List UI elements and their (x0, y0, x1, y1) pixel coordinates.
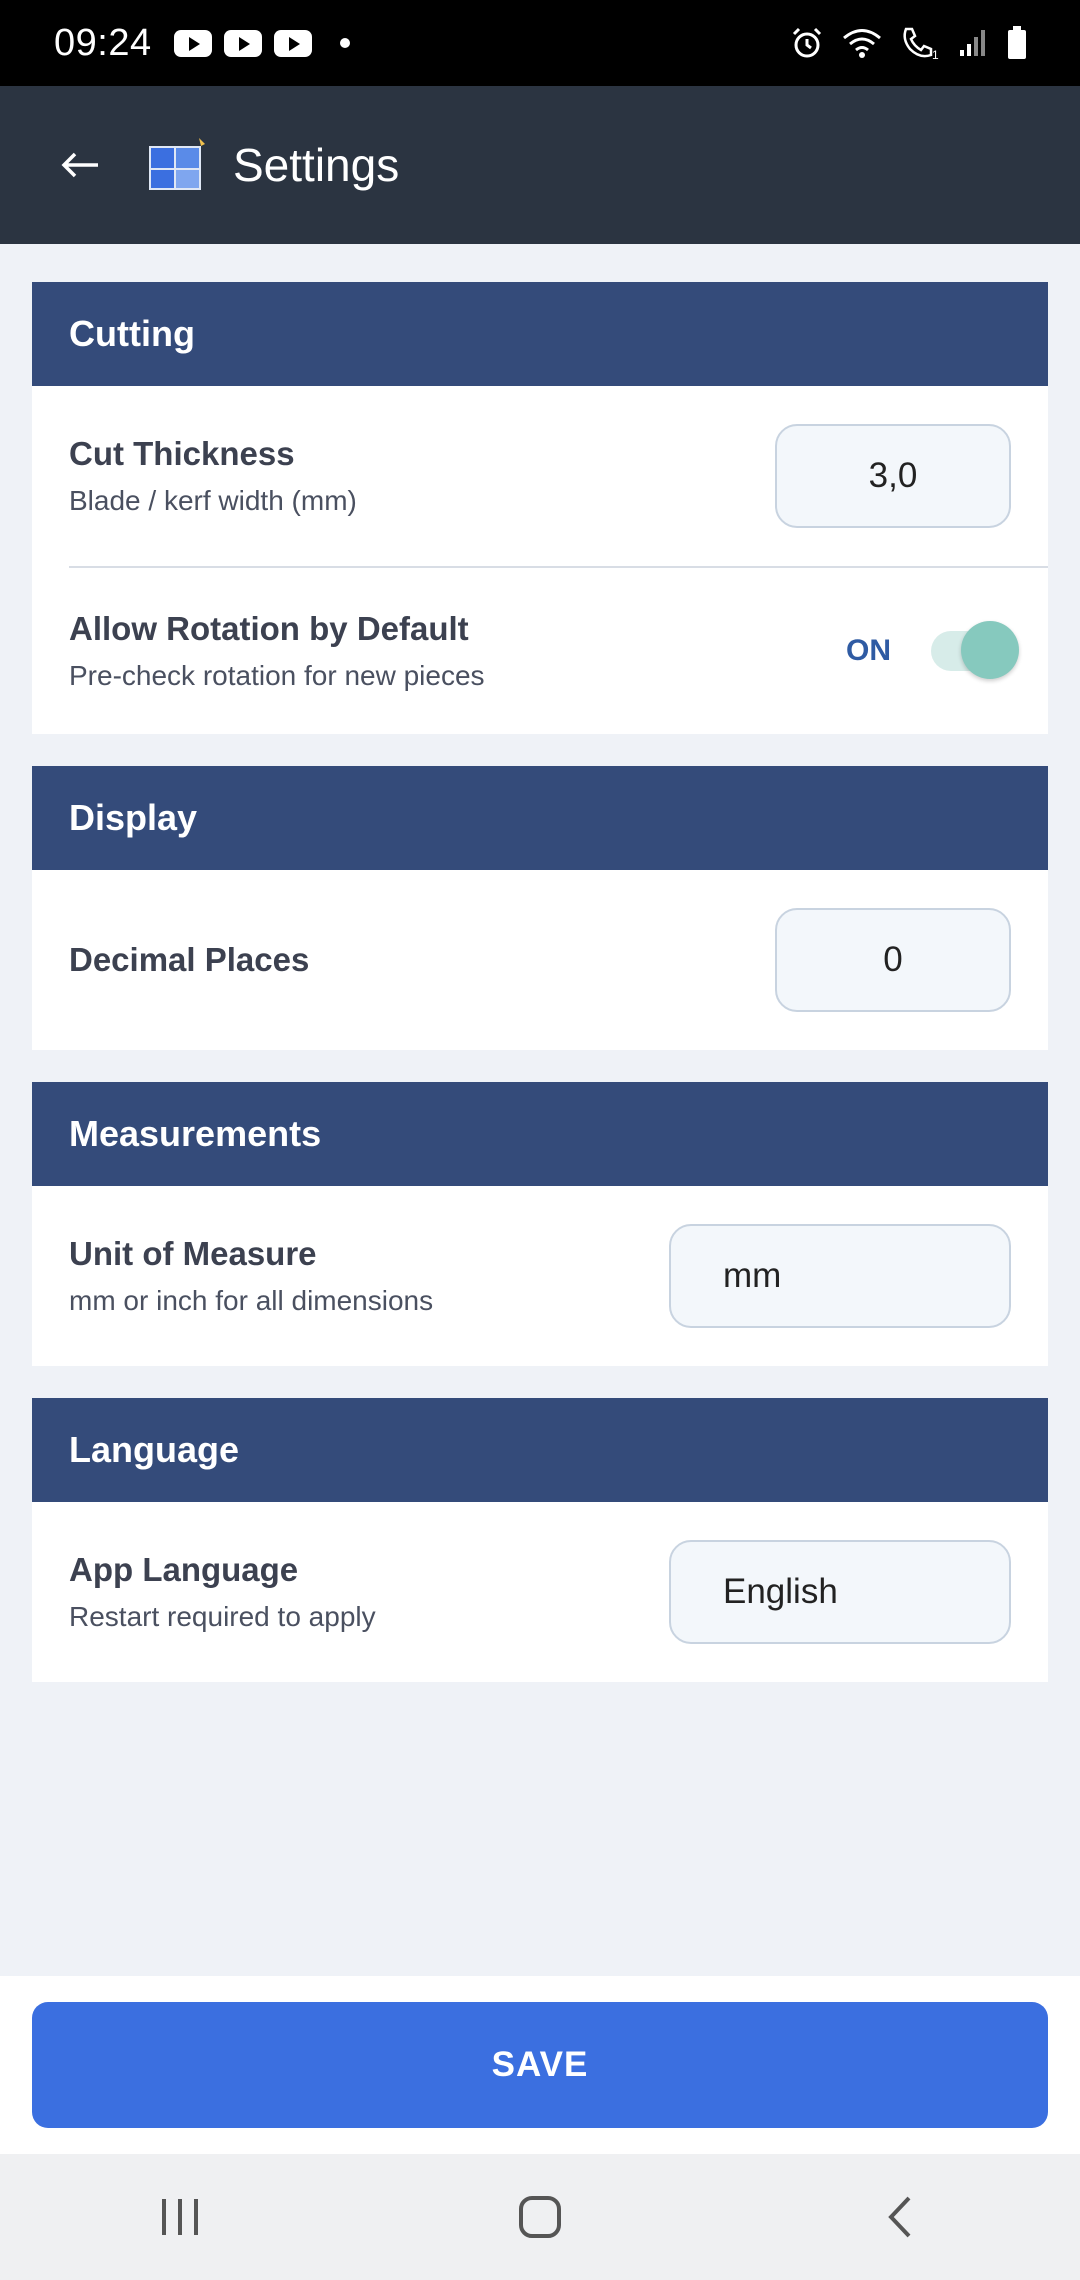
youtube-icon (173, 29, 212, 57)
status-right: 1 (790, 25, 1028, 61)
setting-text: Decimal Places (69, 941, 309, 979)
save-button[interactable]: SAVE (32, 2002, 1048, 2128)
section-header-measurements: Measurements (32, 1082, 1048, 1186)
chevron-left-icon (888, 2196, 911, 2238)
back-nav-button[interactable] (840, 2172, 960, 2262)
status-left: 09:24 (54, 22, 350, 65)
recent-apps-button[interactable] (120, 2172, 240, 2262)
toggle-knob (961, 621, 1019, 679)
app-logo-icon (147, 138, 207, 192)
section-body-cutting: Cut Thickness Blade / kerf width (mm) 3,… (32, 386, 1048, 734)
section-cutting: Cutting Cut Thickness Blade / kerf width… (32, 282, 1048, 734)
setting-row-cut-thickness: Cut Thickness Blade / kerf width (mm) 3,… (32, 386, 1048, 566)
setting-subtitle: Blade / kerf width (mm) (69, 485, 357, 516)
section-header-language: Language (32, 1398, 1048, 1502)
back-button[interactable] (35, 120, 125, 210)
setting-subtitle: mm or inch for all dimensions (69, 1285, 434, 1316)
section-language: Language App Language Restart required t… (32, 1398, 1048, 1682)
setting-title: App Language (69, 1551, 299, 1588)
system-nav-bar (0, 2154, 1080, 2280)
setting-row-decimal-places: Decimal Places 0 (32, 870, 1048, 1050)
alarm-icon (792, 27, 822, 58)
section-body-measurements: Unit of Measure mm or inch for all dimen… (32, 1186, 1048, 1366)
section-measurements: Measurements Unit of Measure mm or inch … (32, 1082, 1048, 1366)
settings-content: Cutting Cut Thickness Blade / kerf width… (32, 282, 1048, 1714)
language-select[interactable]: English (669, 1540, 1011, 1644)
setting-title: Decimal Places (69, 941, 310, 978)
home-icon (519, 2196, 561, 2238)
setting-row-app-language: App Language Restart required to apply E… (32, 1502, 1048, 1682)
svg-text:1: 1 (932, 48, 939, 61)
rotation-toggle-group: ON (846, 621, 1019, 679)
wifi-icon (843, 29, 881, 58)
setting-text: Allow Rotation by Default Pre-check rota… (69, 610, 485, 692)
section-display: Display Decimal Places 0 (32, 766, 1048, 1050)
arrow-left-icon (61, 152, 98, 178)
section-header-display: Display (32, 766, 1048, 870)
status-time: 09:24 (54, 21, 152, 64)
youtube-icon (223, 29, 262, 57)
status-bar: 09:24 1 (0, 0, 1080, 86)
app-bar: Settings (0, 86, 1080, 244)
page-title: Settings (233, 139, 400, 191)
toggle-state-label: ON (846, 634, 891, 667)
setting-text: App Language Restart required to apply (69, 1551, 376, 1633)
setting-title: Unit of Measure (69, 1235, 317, 1272)
section-body-language: App Language Restart required to apply E… (32, 1502, 1048, 1682)
decimal-places-input[interactable]: 0 (775, 908, 1011, 1012)
setting-subtitle: Pre-check rotation for new pieces (69, 660, 485, 691)
recent-apps-icon (162, 2199, 198, 2235)
setting-text: Cut Thickness Blade / kerf width (mm) (69, 435, 357, 517)
section-body-display: Decimal Places 0 (32, 870, 1048, 1050)
youtube-icon (273, 29, 312, 57)
setting-row-unit: Unit of Measure mm or inch for all dimen… (32, 1186, 1048, 1366)
setting-title: Allow Rotation by Default (69, 610, 469, 647)
section-header-cutting: Cutting (32, 282, 1048, 386)
setting-title: Cut Thickness (69, 435, 295, 472)
setting-text: Unit of Measure mm or inch for all dimen… (69, 1235, 433, 1317)
setting-row-allow-rotation[interactable]: Allow Rotation by Default Pre-check rota… (32, 568, 1048, 734)
unit-select[interactable]: mm (669, 1224, 1011, 1328)
dot-icon (339, 38, 350, 48)
signal-icon (960, 30, 985, 56)
allow-rotation-toggle[interactable] (931, 621, 1019, 679)
call-icon: 1 (903, 27, 939, 61)
setting-subtitle: Restart required to apply (69, 1601, 376, 1632)
battery-icon (1008, 26, 1026, 59)
home-button[interactable] (480, 2172, 600, 2262)
cut-thickness-input[interactable]: 3,0 (775, 424, 1011, 528)
footer: SAVE (0, 1976, 1080, 2154)
